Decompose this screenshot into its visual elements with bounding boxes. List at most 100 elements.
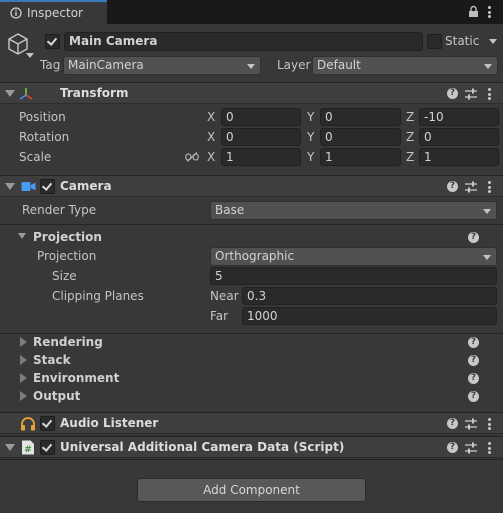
chevron-down-icon [483,255,491,260]
tab-menu-icon[interactable] [488,6,491,18]
far-label: Far [210,309,229,323]
position-z-input[interactable]: -10 [419,108,499,126]
help-icon[interactable]: ? [447,442,458,453]
projection-dropdown[interactable]: Orthographic [210,247,497,266]
camera-header[interactable]: Camera ? [0,175,503,197]
axis-y-label: Y [307,150,315,164]
foldout-collapsed-icon[interactable] [20,355,27,365]
foldout-collapsed-icon[interactable] [20,373,27,383]
foldout-expanded-icon[interactable] [18,233,26,239]
camera-icon [21,182,36,191]
divider [0,333,503,334]
info-icon [10,7,22,19]
headphones-icon [21,417,35,431]
help-icon[interactable]: ? [447,88,458,99]
rendering-section-label[interactable]: Rendering [33,335,103,349]
near-label: Near [210,289,239,303]
foldout-expanded-icon[interactable] [5,183,15,190]
projection-value: Orthographic [215,249,295,263]
projection-section-label[interactable]: Projection [33,230,102,244]
axis-z-label: Z [406,130,415,144]
help-icon[interactable]: ? [447,181,458,192]
position-y-input[interactable]: 0 [320,108,401,126]
divider [0,459,503,460]
camera-enabled-checkbox[interactable] [40,179,55,194]
add-component-button[interactable]: Add Component [137,478,366,502]
position-x-input[interactable]: 0 [221,108,301,126]
layer-dropdown[interactable]: Default [312,56,498,75]
help-icon[interactable]: ? [468,337,479,348]
static-checkbox[interactable] [427,34,442,49]
size-input[interactable]: 5 [210,267,497,285]
render-type-label: Render Type [22,203,97,217]
static-dropdown-caret-icon[interactable] [489,39,497,44]
foldout-collapsed-icon[interactable] [20,337,27,347]
rotation-label: Rotation [19,130,70,144]
constrain-proportions-icon[interactable] [185,152,199,162]
scale-y-input[interactable]: 1 [320,148,401,166]
component-menu-icon[interactable] [488,181,491,193]
checkmark-icon [41,441,53,452]
component-menu-icon[interactable] [488,418,491,430]
projection-label: Projection [37,249,97,263]
audio-listener-header[interactable]: Audio Listener ? [0,412,503,434]
axis-z-label: Z [406,110,415,124]
help-icon[interactable]: ? [468,391,479,402]
icon-dropdown-caret-icon[interactable] [26,53,34,58]
help-icon[interactable]: ? [468,373,479,384]
transform-header[interactable]: Transform ? [0,82,503,104]
axis-y-label: Y [307,110,315,124]
position-label: Position [19,110,66,124]
axis-x-label: X [207,130,216,144]
layer-label: Layer [277,58,311,72]
checkmark-icon [41,417,53,428]
output-section-label[interactable]: Output [33,389,80,403]
foldout-expanded-icon[interactable] [5,444,15,451]
tab-label: Inspector [27,6,83,20]
tab-inspector[interactable]: Inspector [0,0,107,24]
presets-icon[interactable] [465,418,477,430]
stack-section-label[interactable]: Stack [33,353,71,367]
render-type-value: Base [215,203,245,217]
camera-title: Camera [60,179,112,193]
object-name-input[interactable]: Main Camera [64,32,423,51]
presets-icon[interactable] [465,88,477,100]
rotation-z-input[interactable]: 0 [419,128,499,146]
chevron-down-icon [247,64,255,69]
script-icon: # [22,440,34,455]
foldout-expanded-icon[interactable] [5,90,15,97]
svg-text:#: # [24,445,32,455]
scale-label: Scale [19,150,52,164]
universal-camera-data-header[interactable]: # Universal Additional Camera Data (Scri… [0,436,503,458]
tag-value: MainCamera [68,58,144,72]
checkmark-icon [41,180,53,191]
scale-x-input[interactable]: 1 [221,148,301,166]
scale-z-input[interactable]: 1 [419,148,499,166]
presets-icon[interactable] [465,442,477,454]
environment-section-label[interactable]: Environment [33,371,119,385]
help-icon[interactable]: ? [468,355,479,366]
active-checkbox[interactable] [45,34,60,49]
audio-listener-title: Audio Listener [60,416,159,430]
render-type-dropdown[interactable]: Base [210,201,497,220]
axis-x-label: X [207,110,216,124]
rotation-y-input[interactable]: 0 [320,128,401,146]
near-input[interactable]: 0.3 [242,287,497,305]
component-menu-icon[interactable] [488,442,491,454]
lock-icon[interactable] [468,5,479,18]
component-menu-icon[interactable] [488,88,491,100]
rotation-x-input[interactable]: 0 [221,128,301,146]
axis-x-label: X [207,150,216,164]
axis-y-label: Y [307,130,315,144]
audio-listener-enabled-checkbox[interactable] [40,416,55,431]
help-icon[interactable]: ? [447,418,458,429]
help-icon[interactable]: ? [468,232,479,243]
universal-title: Universal Additional Camera Data (Script… [60,440,345,454]
far-input[interactable]: 1000 [242,307,497,325]
chevron-down-icon [484,64,492,69]
tag-dropdown[interactable]: MainCamera [63,56,261,75]
universal-enabled-checkbox[interactable] [40,440,55,455]
presets-icon[interactable] [465,181,477,193]
foldout-collapsed-icon[interactable] [20,391,27,401]
checkmark-icon [46,35,58,46]
